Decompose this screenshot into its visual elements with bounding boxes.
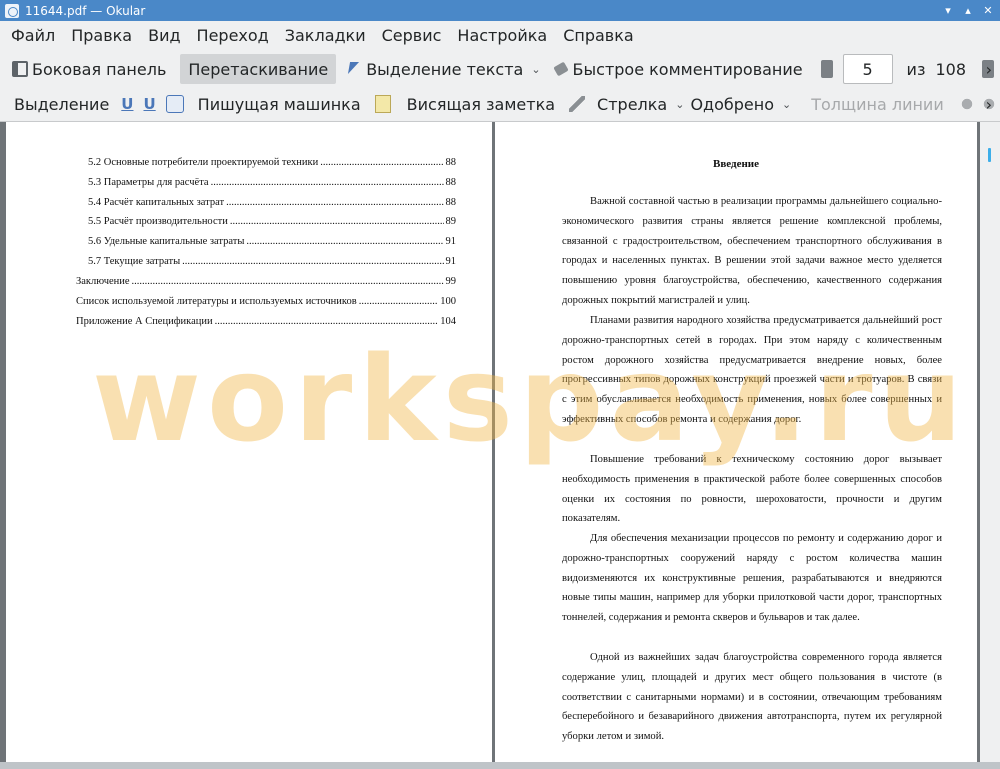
body-paragraph: Для обеспечения механизации процессов по… [562,533,942,624]
text-select-tool-label: Выделение текста [366,59,524,79]
menu-go[interactable]: Переход [189,21,277,51]
body-paragraph: Повышение требований к техническому сост… [562,454,942,525]
menu-help[interactable]: Справка [555,21,642,51]
body-paragraph: Планами развития народного хозяйства пре… [562,315,942,425]
typewriter-label: Пишущая машинка [197,94,361,114]
popup-note-button[interactable]: Висящая заметка [407,89,555,119]
annotation-toolbar: Выделение U U Пишущая машинка Висящая за… [0,87,1000,122]
browse-tool-button[interactable]: Перетаскивание [180,54,337,84]
maximize-icon[interactable]: ▴ [960,3,976,19]
comment-pen-icon [553,61,569,77]
page-number-value: 5 [862,59,873,79]
toc-entry: Заключение99 [76,275,456,289]
toc-entry: 5.5 Расчёт производительности89 [88,215,456,229]
sidebar-icon [12,61,28,77]
menu-file[interactable]: Файл [0,21,63,51]
main-toolbar: Боковая панель Перетаскивание Выделение … [0,51,1000,87]
toolbar-overflow-icon[interactable]: › [986,60,992,79]
section-heading: Введение [712,158,760,170]
toc-entry: 5.7 Текущие затраты91 [88,255,456,269]
chevron-down-icon[interactable]: ⌄ [531,63,540,76]
highlighter-label: Выделение [14,94,110,114]
chevron-down-icon[interactable]: ⌄ [782,98,791,111]
line-width-button[interactable]: Толщина линии [807,89,948,119]
stamp-approved-label: Одобрено [690,94,775,114]
menu-bar: Файл Правка Вид Переход Закладки Сервис … [0,21,1000,51]
popup-note-label: Висящая заметка [406,94,556,114]
text-select-tool-button[interactable]: Выделение текста ⌄ [340,54,546,84]
menu-bookmarks[interactable]: Закладки [277,21,374,51]
toc-entry: 5.3 Параметры для расчёта88 [88,176,456,190]
sidebar-button-label: Боковая панель [32,59,167,79]
menu-tools[interactable]: Сервис [374,21,450,51]
body-paragraph: Одной из важнейших задач благоустройства… [562,652,942,743]
scrollbar-thumb[interactable] [988,148,991,162]
toc-entry: Список используемой литературы и использ… [76,295,456,309]
menu-settings[interactable]: Настройка [449,21,555,51]
toolbar-overflow-icon[interactable]: › [986,95,992,114]
menu-view[interactable]: Вид [140,21,188,51]
squiggle-underline-icon[interactable]: U [143,95,155,113]
stamp-icon[interactable] [165,95,184,113]
okular-app-icon [5,3,19,18]
arrow-tool-label: Стрелка [597,94,668,114]
cursor-icon [346,61,362,77]
page-number-input[interactable]: 5 [842,54,893,84]
stamp-approved-button[interactable]: Одобрено ⌄ [690,89,791,119]
page-total-label: 108 [935,59,966,79]
toc-entry: 5.6 Удельные капитальные затраты91 [88,235,456,249]
document-page-right: Введение Важной составной частью в реали… [495,122,977,762]
note-icon[interactable] [374,95,391,113]
minimize-icon[interactable]: ▾ [940,3,956,19]
status-bar [0,762,1000,769]
document-view[interactable]: 5.2 Основные потребители проектируемой т… [0,122,1000,762]
arrow-tool-button[interactable]: Стрелка ⌄ [597,89,684,119]
quick-comment-button[interactable]: Быстрое комментирование [547,54,809,84]
window-title: 11644.pdf — Okular [25,3,146,18]
menu-edit[interactable]: Правка [63,21,140,51]
chevron-down-icon[interactable]: ⌄ [675,98,684,111]
pen-icon[interactable] [569,96,586,112]
underline-icon[interactable]: U [121,95,133,113]
typewriter-button[interactable]: Пишущая машинка [198,89,361,119]
highlighter-button[interactable]: Выделение [8,89,115,119]
body-paragraph: Важной составной частью в реализации про… [562,196,942,306]
toc-entry: 5.4 Расчёт капитальных затрат88 [88,196,456,210]
previous-page-icon[interactable] [820,60,833,78]
vertical-scrollbar[interactable] [980,122,1000,762]
close-icon[interactable]: ✕ [980,3,996,19]
sidebar-button[interactable]: Боковая панель [6,54,172,84]
toc-entry: Приложение А Спецификации104 [76,315,456,329]
document-page-left: 5.2 Основные потребители проектируемой т… [6,122,492,762]
quick-comment-label: Быстрое комментирование [572,59,803,79]
line-width-label: Толщина линии [811,94,944,114]
toc-entry: 5.2 Основные потребители проектируемой т… [88,156,456,170]
page-of-label: из [906,59,926,79]
color-icon[interactable] [957,95,976,113]
browse-tool-label: Перетаскивание [188,59,329,79]
title-bar: 11644.pdf — Okular ▾ ▴ ✕ [0,0,1000,21]
